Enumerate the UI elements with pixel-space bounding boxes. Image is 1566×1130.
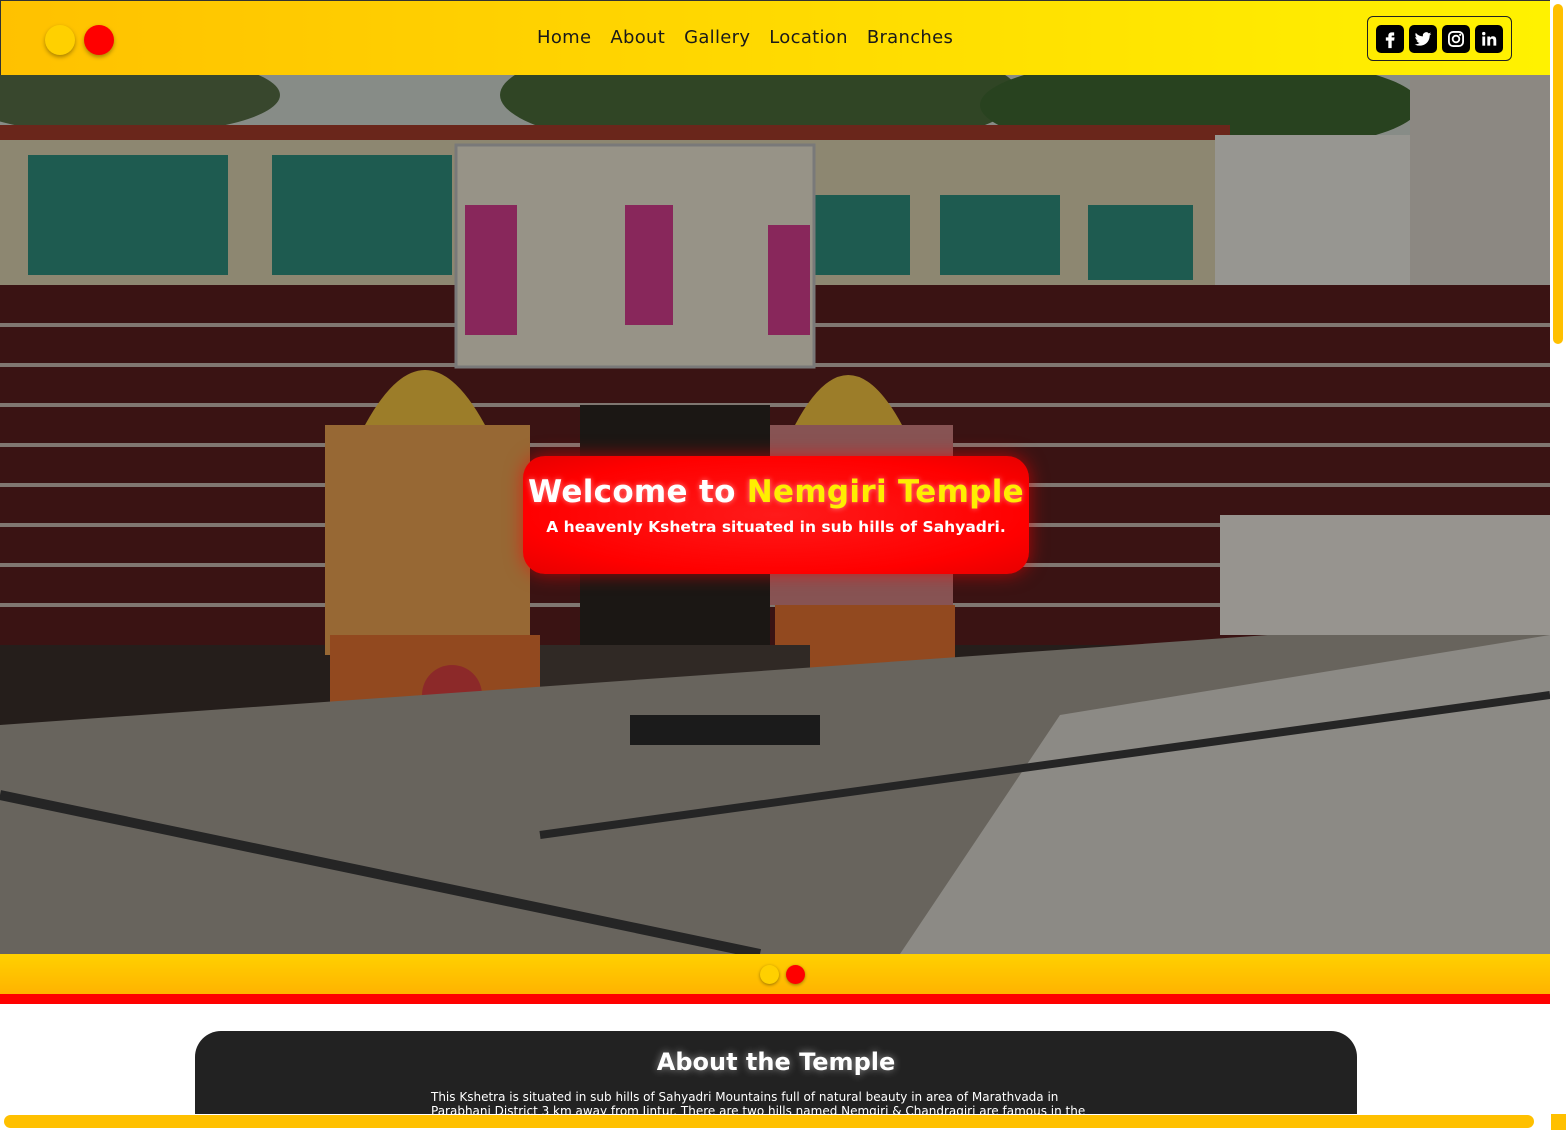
nav-gallery[interactable]: Gallery: [684, 27, 750, 48]
nav-about[interactable]: About: [610, 27, 665, 48]
welcome-title: Welcome to Nemgiri Temple: [523, 474, 1029, 510]
hero-banner: Welcome to Nemgiri Temple A heavenly Ksh…: [0, 75, 1550, 954]
linkedin-icon[interactable]: [1475, 24, 1503, 53]
divider-red-dot: [786, 965, 805, 984]
horizontal-scrollbar-thumb[interactable]: [4, 1115, 1534, 1128]
social-links: [1367, 16, 1512, 61]
logo-red-dot[interactable]: [84, 25, 114, 55]
welcome-subtitle: A heavenly Kshetra situated in sub hills…: [546, 518, 1006, 536]
site-header: Home About Gallery Location Branches: [0, 0, 1550, 75]
welcome-title-highlight: Nemgiri Temple: [746, 474, 1024, 510]
welcome-title-prefix: Welcome to: [528, 474, 747, 510]
instagram-icon[interactable]: [1442, 24, 1470, 53]
divider-yellow-dot: [760, 965, 779, 984]
vertical-scrollbar-thumb[interactable]: [1553, 4, 1563, 344]
facebook-icon[interactable]: [1376, 24, 1404, 53]
nav-location[interactable]: Location: [769, 27, 848, 48]
welcome-box: Welcome to Nemgiri Temple A heavenly Ksh…: [523, 456, 1029, 574]
logo-yellow-dot[interactable]: [45, 25, 75, 55]
about-title: About the Temple: [656, 1048, 896, 1076]
nav-branches[interactable]: Branches: [867, 27, 953, 48]
nav-home[interactable]: Home: [537, 27, 591, 48]
divider-red-stripe: [0, 994, 1550, 1004]
scrollbar-corner: [1551, 1114, 1566, 1130]
main-nav: Home About Gallery Location Branches: [537, 27, 953, 48]
twitter-icon[interactable]: [1409, 24, 1437, 53]
